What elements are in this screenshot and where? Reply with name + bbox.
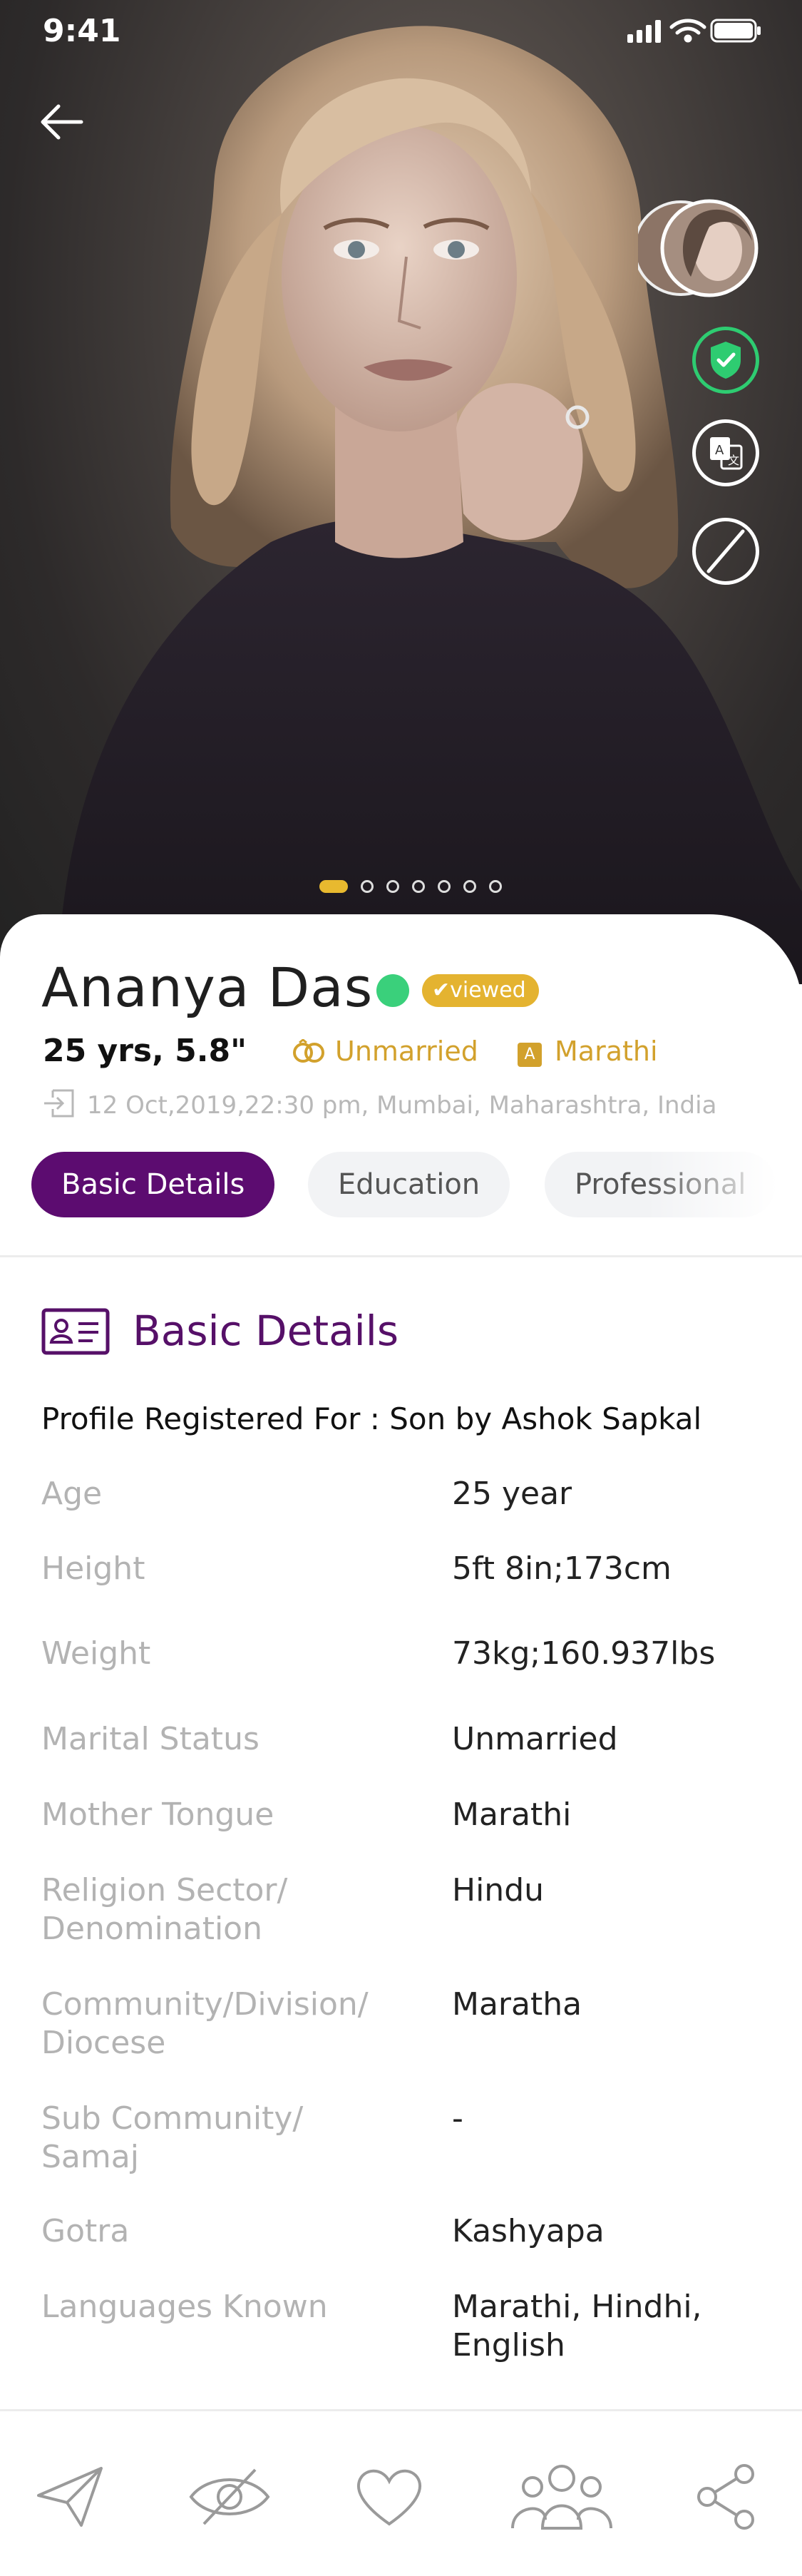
login-icon [44, 1089, 74, 1118]
registration-text: 12 Oct,2019,22:30 pm, Mumbai, Maharashtr… [87, 1091, 717, 1120]
back-button[interactable] [37, 96, 88, 148]
registered-for: Profile Registered For : Son by Ashok Sa… [41, 1401, 702, 1436]
tabs-fade [645, 1152, 802, 1217]
tab-basic-details[interactable]: Basic Details [31, 1152, 275, 1217]
detail-value: 5ft 8in;173cm [452, 1550, 672, 1587]
profile-photo[interactable]: 9:41 A 文 [0, 0, 802, 984]
section-title: Basic Details [133, 1307, 399, 1355]
detail-value: Kashyapa [452, 2213, 605, 2249]
share-button[interactable] [670, 2458, 784, 2536]
pagination-dot[interactable] [361, 880, 374, 893]
language-tag: A Marathi [518, 1036, 658, 1067]
detail-value: Hindu [452, 1872, 545, 1908]
detail-value: - [452, 2100, 463, 2137]
verified-shield-icon [711, 342, 741, 379]
detail-label: Community/Division/ Diocese [41, 1986, 369, 2061]
hide-button[interactable] [173, 2458, 287, 2536]
share-icon [697, 2464, 754, 2530]
viewed-badge-label: viewed [450, 978, 526, 1003]
svg-text:文: 文 [728, 454, 739, 467]
detail-label: Religion Sector/ Denomination [41, 1872, 288, 1947]
verified-button[interactable] [692, 327, 759, 394]
detail-label: Weight [41, 1635, 151, 1672]
hide-icon [189, 2468, 270, 2525]
like-button[interactable] [332, 2458, 446, 2536]
status-time: 9:41 [43, 13, 121, 49]
translate-button[interactable]: A 文 [692, 419, 759, 486]
translate-icon: A 文 [710, 437, 743, 470]
detail-label: Sub Community/ Samaj [41, 2100, 304, 2175]
photo-thumbnails[interactable] [633, 198, 759, 298]
signal-icon [627, 20, 661, 43]
pagination-dot-active[interactable] [319, 880, 348, 893]
send-icon [37, 2467, 103, 2527]
id-card-icon [41, 1308, 110, 1355]
detail-value: 25 year [452, 1476, 572, 1512]
language-letter-icon: A [518, 1043, 542, 1067]
viewed-badge: ✔viewed [422, 974, 539, 1007]
bottom-nav-divider [0, 2409, 802, 2411]
section-divider [0, 1255, 802, 1257]
rings-icon [293, 1038, 324, 1063]
detail-tabs: Basic Details Education Professional [31, 1152, 802, 1217]
detail-label: Mother Tongue [41, 1796, 274, 1833]
heart-icon [356, 2469, 422, 2526]
detail-label: Gotra [41, 2213, 130, 2249]
send-button[interactable] [13, 2458, 127, 2536]
pagination-dot[interactable] [386, 880, 399, 893]
block-icon [706, 529, 745, 573]
detail-value: Marathi [452, 1796, 572, 1833]
language-tag-label: Marathi [555, 1036, 658, 1067]
detail-label: Languages Known [41, 2289, 328, 2325]
detail-value: Unmarried [452, 1721, 618, 1757]
status-icons [627, 14, 763, 48]
detail-value: 73kg;160.937lbs [452, 1635, 716, 1672]
bottom-nav [0, 2409, 802, 2576]
age-height: 25 yrs, 5.8" [43, 1033, 247, 1069]
detail-value: Marathi, Hindhi, English [452, 2289, 702, 2363]
wifi-icon [669, 19, 706, 43]
detail-label: Age [41, 1476, 103, 1512]
tab-education[interactable]: Education [308, 1152, 510, 1217]
profile-name: Ananya Das [41, 956, 374, 1019]
family-button[interactable] [505, 2458, 619, 2536]
block-button[interactable] [692, 518, 759, 585]
pagination-dot[interactable] [412, 880, 425, 893]
status-bar: 9:41 [0, 0, 802, 64]
detail-value: Maratha [452, 1986, 582, 2023]
registration-info: 12 Oct,2019,22:30 pm, Mumbai, Maharashtr… [43, 1088, 716, 1120]
marital-tag-label: Unmarried [335, 1036, 478, 1067]
group-icon [511, 2465, 612, 2530]
portrait-image [57, 26, 802, 984]
marital-tag: Unmarried [291, 1036, 478, 1067]
check-icon: ✔ [432, 978, 451, 1003]
svg-text:A: A [715, 443, 724, 458]
battery-icon [710, 19, 761, 43]
online-status-indicator [376, 974, 409, 1007]
pagination-dot[interactable] [438, 880, 451, 893]
detail-label: Height [41, 1550, 145, 1587]
detail-label: Marital Status [41, 1721, 259, 1757]
gallery-pagination [319, 879, 502, 894]
pagination-dot[interactable] [463, 880, 476, 893]
pagination-dot[interactable] [489, 880, 502, 893]
back-arrow-icon [41, 104, 83, 140]
